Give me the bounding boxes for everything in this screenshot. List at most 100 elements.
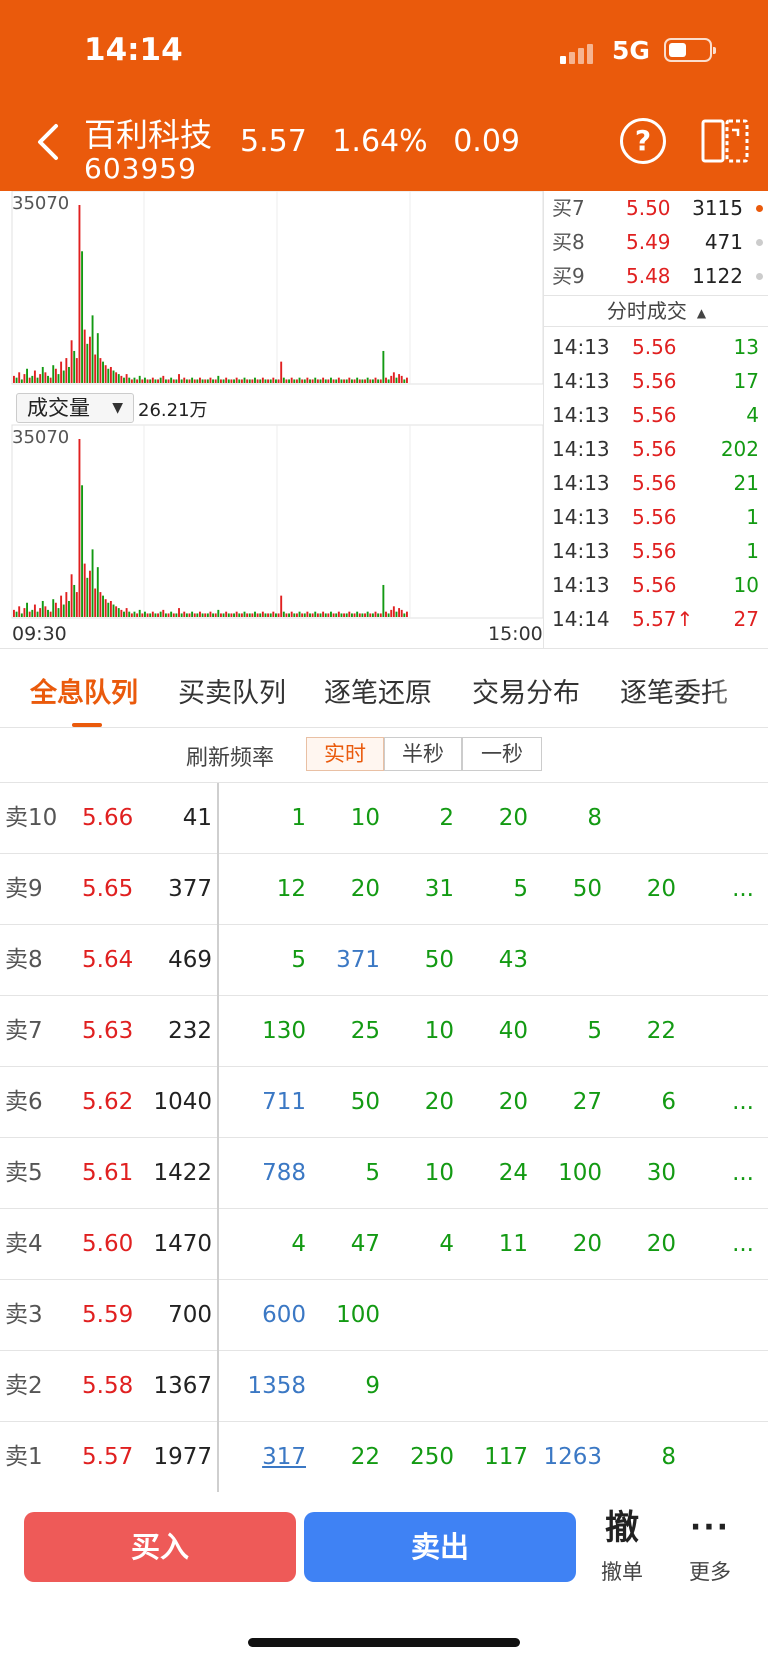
queue-order-volume[interactable]: 20 bbox=[374, 1087, 454, 1117]
queue-order-volume[interactable]: 20 bbox=[522, 1229, 602, 1259]
queue-order-volume[interactable]: 1 bbox=[226, 803, 306, 833]
queue-order-volume[interactable]: 600 bbox=[226, 1300, 306, 1330]
queue-level-label: 卖7 bbox=[5, 1018, 43, 1044]
queue-order-volume[interactable]: 20 bbox=[300, 874, 380, 904]
chevron-left-icon[interactable] bbox=[30, 120, 66, 164]
volume-bar bbox=[196, 379, 199, 383]
queue-order-volume[interactable]: 30 bbox=[596, 1158, 676, 1188]
queue-order-volume[interactable]: 4 bbox=[374, 1229, 454, 1259]
queue-order-volume[interactable]: 25 bbox=[300, 1016, 380, 1046]
queue-order-volume[interactable]: 40 bbox=[448, 1016, 528, 1046]
queue-order-volume[interactable]: 22 bbox=[300, 1442, 380, 1472]
queue-order-volume[interactable]: 6 bbox=[596, 1087, 676, 1117]
buy-button[interactable]: 买入 bbox=[24, 1512, 296, 1582]
cancel-icon: 撤 bbox=[605, 1508, 639, 1548]
queue-order-volume[interactable]: 5 bbox=[448, 874, 528, 904]
more-orders-marker[interactable]: ... bbox=[732, 1229, 754, 1259]
queue-row[interactable]: 卖4 5.60 1470 4 47 4 11 20 20... bbox=[0, 1209, 768, 1280]
ticks-header[interactable]: 分时成交 ▲ bbox=[544, 295, 768, 327]
tick-time: 14:13 bbox=[552, 539, 610, 563]
refresh-option[interactable]: 半秒 bbox=[384, 737, 462, 771]
queue-order-volume[interactable]: 5 bbox=[226, 945, 306, 975]
volume-bar bbox=[238, 379, 241, 383]
tab-2[interactable]: 买卖队列 bbox=[178, 671, 286, 710]
queue-order-volume[interactable]: 31 bbox=[374, 874, 454, 904]
queue-order-volume[interactable]: 1358 bbox=[226, 1371, 306, 1401]
queue-order-volume[interactable]: 12 bbox=[226, 874, 306, 904]
tab-1[interactable]: 全息队列 bbox=[30, 671, 138, 710]
queue-order-volume[interactable]: 10 bbox=[300, 803, 380, 833]
queue-row[interactable]: 卖5 5.61 1422 788 5 10 24 100 30... bbox=[0, 1138, 768, 1209]
more-orders-marker[interactable]: ... bbox=[732, 874, 754, 904]
queue-order-volume[interactable]: 20 bbox=[596, 874, 676, 904]
bid-level-row[interactable]: 买8 5.49 471 bbox=[544, 225, 768, 259]
queue-order-volume[interactable]: 20 bbox=[448, 803, 528, 833]
indicator-dropdown[interactable]: 成交量 ▼ bbox=[16, 393, 134, 423]
question-circle-icon[interactable]: ? bbox=[620, 118, 666, 164]
queue-row[interactable]: 卖8 5.64 469 5 371 50 43 bbox=[0, 925, 768, 996]
bid-level-row[interactable]: 买7 5.50 3115 bbox=[544, 191, 768, 225]
queue-order-volume[interactable]: 50 bbox=[522, 874, 602, 904]
queue-order-volume[interactable]: 47 bbox=[300, 1229, 380, 1259]
tab-3[interactable]: 逐笔还原 bbox=[324, 671, 432, 710]
volume-bar bbox=[128, 377, 131, 383]
queue-order-volume[interactable]: 11 bbox=[448, 1229, 528, 1259]
queue-order-volume[interactable]: 20 bbox=[596, 1229, 676, 1259]
queue-order-volume[interactable]: 371 bbox=[300, 945, 380, 975]
queue-order-volume[interactable]: 5 bbox=[300, 1158, 380, 1188]
volume-bar bbox=[157, 613, 159, 617]
volume-bar bbox=[209, 377, 212, 383]
queue-order-volume[interactable]: 10 bbox=[374, 1158, 454, 1188]
queue-order-volume[interactable]: 50 bbox=[374, 945, 454, 975]
volume-bar bbox=[290, 611, 293, 617]
volume-bar bbox=[117, 608, 120, 617]
queue-order-volume[interactable]: 27 bbox=[522, 1087, 602, 1117]
queue-row[interactable]: 卖9 5.65 377 12 20 31 5 50 20... bbox=[0, 854, 768, 925]
volume-bar bbox=[206, 379, 209, 383]
bid-level-row[interactable]: 买9 5.48 1122 bbox=[544, 259, 768, 293]
queue-row[interactable]: 卖10 5.66 41 1 10 2 20 8 bbox=[0, 783, 768, 854]
quote-summary: 5.57 1.64% 0.09 bbox=[240, 124, 536, 159]
more-orders-marker[interactable]: ... bbox=[732, 1158, 754, 1188]
queue-row[interactable]: 卖6 5.62 1040 711 50 20 20 27 6... bbox=[0, 1067, 768, 1138]
queue-order-volume[interactable]: 9 bbox=[300, 1371, 380, 1401]
landscape-switch-icon[interactable] bbox=[700, 116, 750, 166]
volume-bar bbox=[91, 315, 94, 383]
queue-order-volume[interactable]: 788 bbox=[226, 1158, 306, 1188]
queue-row[interactable]: 卖1 5.57 1977 317 22 250 117 1263 8 bbox=[0, 1422, 768, 1493]
queue-order-volume[interactable]: 4 bbox=[226, 1229, 306, 1259]
sell-button[interactable]: 卖出 bbox=[304, 1512, 576, 1582]
volume-bar bbox=[117, 374, 120, 383]
cancel-order-button[interactable]: 撤 撤单 bbox=[592, 1506, 652, 1596]
queue-order-volume[interactable]: 8 bbox=[596, 1442, 676, 1472]
refresh-option[interactable]: 实时 bbox=[306, 737, 384, 771]
queue-order-volume[interactable]: 250 bbox=[374, 1442, 454, 1472]
more-button[interactable]: ··· 更多 bbox=[680, 1506, 740, 1596]
tick-volume: 21 bbox=[733, 471, 759, 495]
queue-order-volume[interactable]: 317 bbox=[226, 1442, 306, 1472]
queue-order-volume[interactable]: 130 bbox=[226, 1016, 306, 1046]
queue-order-volume[interactable]: 1263 bbox=[522, 1442, 602, 1472]
queue-order-volume[interactable]: 24 bbox=[448, 1158, 528, 1188]
queue-order-volume[interactable]: 100 bbox=[522, 1158, 602, 1188]
queue-order-volume[interactable]: 43 bbox=[448, 945, 528, 975]
queue-row[interactable]: 卖7 5.63 232 130 25 10 40 5 22 bbox=[0, 996, 768, 1067]
queue-order-volume[interactable]: 8 bbox=[522, 803, 602, 833]
volume-bar bbox=[387, 613, 390, 617]
queue-order-volume[interactable]: 50 bbox=[300, 1087, 380, 1117]
queue-order-volume[interactable]: 117 bbox=[448, 1442, 528, 1472]
queue-order-volume[interactable]: 22 bbox=[596, 1016, 676, 1046]
volume-bar bbox=[269, 379, 272, 383]
queue-order-volume[interactable]: 20 bbox=[448, 1087, 528, 1117]
queue-order-volume[interactable]: 100 bbox=[300, 1300, 380, 1330]
more-orders-marker[interactable]: ... bbox=[732, 1087, 754, 1117]
refresh-option[interactable]: 一秒 bbox=[462, 737, 542, 771]
queue-row[interactable]: 卖2 5.58 1367 1358 9 bbox=[0, 1351, 768, 1422]
volume-bar bbox=[180, 613, 183, 617]
queue-row[interactable]: 卖3 5.59 700 600 100 bbox=[0, 1280, 768, 1351]
queue-order-volume[interactable]: 10 bbox=[374, 1016, 454, 1046]
queue-order-volume[interactable]: 711 bbox=[226, 1087, 306, 1117]
queue-order-volume[interactable]: 5 bbox=[522, 1016, 602, 1046]
queue-order-volume[interactable]: 2 bbox=[374, 803, 454, 833]
tab-4[interactable]: 交易分布 bbox=[472, 671, 580, 710]
